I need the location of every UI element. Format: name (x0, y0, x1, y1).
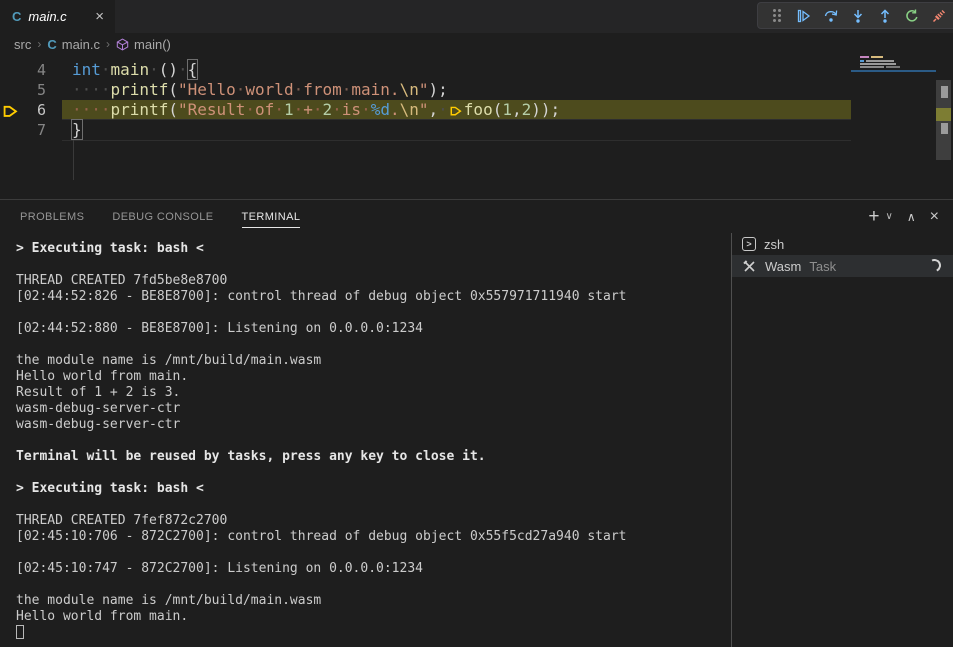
terminal-line: wasm-debug-server-ctr (16, 401, 731, 417)
terminal-line (16, 577, 731, 593)
bottom-panel: PROBLEMS DEBUG CONSOLE TERMINAL + ∨ ∧ × > Exe… (0, 199, 953, 647)
new-terminal-button[interactable]: + (868, 206, 879, 228)
terminal-cursor (16, 625, 24, 639)
terminal-line (16, 545, 731, 561)
editor-scrollbar[interactable] (934, 55, 953, 199)
terminal-line (16, 257, 731, 273)
breadcrumb-label: main.c (62, 37, 100, 52)
terminal-item-type: Task (809, 259, 836, 274)
line-number[interactable]: 7 (26, 121, 46, 139)
breadcrumb-label: src (14, 37, 31, 52)
close-panel-button[interactable]: × (930, 208, 939, 226)
panel-tab-debug-console[interactable]: DEBUG CONSOLE (112, 205, 213, 228)
restart-button[interactable] (900, 4, 924, 28)
breakpoint-gutter[interactable] (0, 80, 26, 100)
terminal-line: > Executing task: bash < (16, 241, 731, 257)
terminal-line: THREAD CREATED 7fef872c2700 (16, 513, 731, 529)
minimap[interactable] (851, 55, 934, 199)
step-into-button[interactable] (846, 4, 870, 28)
code-line[interactable]: 7} (0, 120, 851, 140)
terminal-line: the module name is /mnt/build/main.wasm (16, 593, 731, 609)
terminal-output[interactable]: > Executing task: bash < THREAD CREATED 7… (0, 233, 731, 647)
terminal-line (16, 497, 731, 513)
terminal-line (16, 433, 731, 449)
overview-mark (941, 86, 948, 98)
terminal-line (16, 337, 731, 353)
terminal-line (16, 465, 731, 481)
code-line[interactable]: 5 ····printf("Hello·world·from·main.\n"); (0, 80, 851, 100)
breadcrumb-item-main[interactable]: main() (116, 37, 171, 52)
breadcrumb-separator: › (37, 37, 41, 51)
code-editor[interactable]: 4 int·main·()·{ 5 ····printf("Hello·world·f… (0, 55, 953, 199)
terminal-line: [02:44:52:826 - BE8E8700]: control threa… (16, 289, 731, 305)
terminal-line: [02:45:10:747 - 872C2700]: Listening on … (16, 561, 731, 577)
terminal-line: Result of 1 + 2 is 3. (16, 385, 731, 401)
code-line[interactable]: 6 ····printf("Result·of·1·+·2·is·%d.\n",·… (0, 100, 851, 120)
breadcrumb-label: main() (134, 37, 171, 52)
indent-guide (73, 140, 74, 180)
drag-grip[interactable] (765, 4, 789, 28)
continue-button[interactable] (792, 4, 816, 28)
terminal-list-item-wasm[interactable]: Wasm Task (732, 255, 953, 277)
code-text: } (62, 120, 851, 140)
panel-tab-problems[interactable]: PROBLEMS (20, 205, 84, 228)
code-text: ····printf("Hello·world·from·main.\n"); (62, 80, 851, 100)
c-file-icon: C (47, 37, 56, 52)
tab-main-c[interactable]: C main.c × (0, 0, 116, 33)
editor-tab-bar: C main.c × (0, 0, 953, 33)
terminal-list-sidebar: > zsh Wasm Task (731, 233, 953, 647)
breadcrumb-item-mainc[interactable]: Cmain.c (47, 37, 100, 52)
terminal-line: [02:45:10:706 - 872C2700]: control threa… (16, 529, 731, 545)
breakpoint-gutter[interactable] (0, 100, 26, 120)
terminal-item-label: Wasm (765, 259, 801, 274)
debug-toolbar (757, 2, 953, 29)
terminal-line: > Executing task: bash < (16, 481, 731, 497)
step-out-button[interactable] (873, 4, 897, 28)
terminal-line: wasm-debug-server-ctr (16, 417, 731, 433)
overview-mark (941, 123, 948, 134)
terminal-line: the module name is /mnt/build/main.wasm (16, 353, 731, 369)
disconnect-button[interactable] (927, 4, 951, 28)
line-number[interactable]: 6 (26, 101, 46, 119)
close-tab-icon[interactable]: × (92, 8, 107, 25)
terminal-icon: > (742, 237, 756, 251)
terminal-line (16, 305, 731, 321)
breadcrumb: src › Cmain.c › main() (0, 33, 953, 55)
code-line[interactable]: 4 int·main·()·{ (0, 60, 851, 80)
terminal-line: THREAD CREATED 7fd5be8e8700 (16, 273, 731, 289)
code-text: ····printf("Result·of·1·+·2·is·%d.\n",·f… (62, 100, 851, 120)
terminal-list-item-zsh[interactable]: > zsh (732, 233, 953, 255)
symbol-cube-icon (116, 38, 129, 51)
breadcrumb-item-src[interactable]: src (14, 37, 31, 52)
code-text: int·main·()·{ (62, 60, 851, 80)
terminal-line (16, 625, 731, 641)
c-file-icon: C (12, 9, 21, 24)
tools-icon (742, 259, 757, 274)
step-over-button[interactable] (819, 4, 843, 28)
maximize-panel-button[interactable]: ∧ (907, 210, 916, 224)
line-number[interactable]: 4 (26, 61, 46, 79)
breadcrumb-separator: › (106, 37, 110, 51)
tab-label: main.c (28, 9, 92, 24)
inline-stackframe-arrow-icon (448, 100, 464, 119)
task-spinner-icon (926, 257, 943, 274)
overview-current-line-mark (936, 108, 951, 121)
vscode-window: C main.c × src › Cmain.c › main() 4 int·main·… (0, 0, 953, 647)
breakpoint-gutter[interactable] (0, 120, 26, 140)
line-number[interactable]: 5 (26, 81, 46, 99)
breakpoint-gutter[interactable] (0, 60, 26, 80)
terminal-line: Hello world from main. (16, 609, 731, 625)
terminal-line: Hello world from main. (16, 369, 731, 385)
panel-tab-terminal[interactable]: TERMINAL (242, 205, 301, 228)
panel-header: PROBLEMS DEBUG CONSOLE TERMINAL + ∨ ∧ × (0, 200, 953, 233)
terminal-picker-dropdown[interactable]: ∨ (886, 211, 893, 222)
terminal-item-label: zsh (764, 237, 784, 252)
terminal-line: [02:44:52:880 - BE8E8700]: Listening on … (16, 321, 731, 337)
terminal-line: Terminal will be reused by tasks, press … (16, 449, 731, 465)
